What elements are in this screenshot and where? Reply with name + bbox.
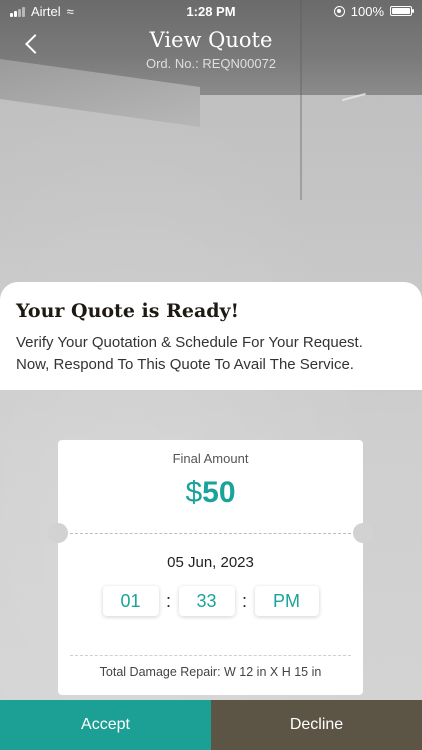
time-colon: : [165,590,171,611]
accept-button[interactable]: Accept [0,700,211,750]
battery-icon [390,6,414,16]
quote-ticket-card: Final Amount $50 05 Jun, 2023 01 : 33 : … [48,440,373,695]
quote-ready-title: Your Quote is Ready! [16,300,239,322]
quote-ready-panel: Your Quote is Ready! Verify Your Quotati… [0,282,422,390]
ticket-divider-bottom [70,655,351,656]
status-left: Airtel ≈ [10,4,74,19]
signal-icon [10,5,25,17]
header: View Quote Ord. No.: REQN00072 [0,28,422,78]
ampm-box: PM [254,586,319,616]
minute-box: 33 [178,586,235,616]
decline-button[interactable]: Decline [211,700,422,750]
ticket-notch-right [353,523,373,543]
currency-symbol: $ [185,476,203,509]
hour-box: 01 [102,586,159,616]
carrier-label: Airtel [31,3,61,19]
amount-number: 50 [202,476,236,509]
battery-percent: 100% [350,3,384,19]
wifi-icon: ≈ [66,3,74,19]
ticket-divider [70,533,351,534]
damage-summary: Total Damage Repair: W 12 in X H 15 in [99,665,322,679]
final-amount-value: $50 [58,476,363,510]
page-title: View Quote [149,28,273,52]
time-colon: : [241,590,247,611]
status-bar: Airtel ≈ 1:28 PM 100% [0,0,422,22]
order-number: Ord. No.: REQN00072 [145,56,277,71]
status-right: 100% [333,3,414,19]
ticket-notch-left [48,523,68,543]
orientation-lock-icon [333,5,345,17]
quote-ready-line2: Now, Respond To This Quote To Avail The … [16,356,354,373]
final-amount-label: Final Amount [172,451,249,466]
quote-ready-line1: Verify Your Quotation & Schedule For You… [16,334,363,351]
schedule-date: 05 Jun, 2023 [167,554,254,571]
action-bar: Accept Decline [0,700,422,750]
schedule-time: 01 : 33 : PM [58,586,363,616]
